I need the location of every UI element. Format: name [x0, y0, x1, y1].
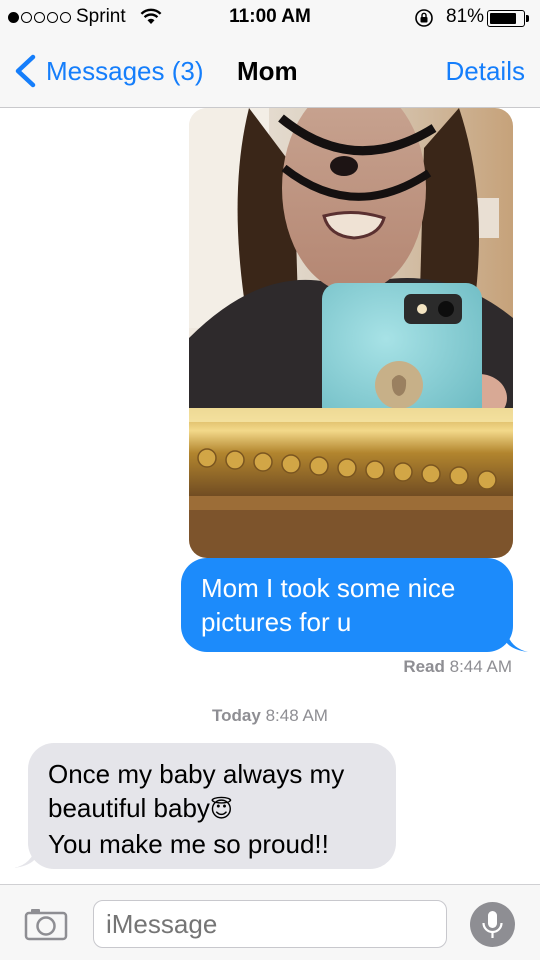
status-bar: Sprint 11:00 AM 81%: [0, 0, 540, 36]
battery-percent: 81%: [446, 6, 485, 27]
read-label: Read: [403, 657, 445, 676]
chevron-left-icon: [15, 54, 36, 88]
navigation-bar: Messages (3) Mom Details: [0, 36, 540, 108]
photo-image: [189, 108, 513, 558]
back-button-label: Messages (3): [46, 55, 204, 86]
angel-emoji-icon: 😇: [209, 797, 233, 822]
received-message-bubble[interactable]: Once my baby always my beautiful baby😇 Y…: [28, 743, 396, 869]
sent-message-text: Mom I took some nice pictures for u: [201, 573, 456, 637]
rotation-lock-icon: [415, 9, 433, 27]
received-message-line-2: beautiful baby😇: [48, 793, 233, 823]
received-bubble-tail: [14, 846, 36, 868]
camera-icon[interactable]: [24, 907, 68, 941]
photo-attachment[interactable]: [189, 108, 513, 558]
microphone-button[interactable]: [470, 902, 515, 947]
read-receipt: Read 8:44 AM: [403, 657, 512, 677]
battery-icon: [487, 10, 529, 27]
details-button[interactable]: Details: [446, 56, 525, 87]
message-input-bar: [0, 884, 540, 960]
imessage-input[interactable]: [93, 900, 447, 948]
received-message-line-3: You make me so proud!!: [48, 829, 329, 859]
received-message-line-1: Once my baby always my: [48, 759, 345, 789]
message-timestamp: Today 8:48 AM: [0, 706, 540, 726]
timestamp-day: Today: [212, 706, 261, 725]
sent-bubble-tail: [506, 630, 528, 652]
sent-message-bubble[interactable]: Mom I took some nice pictures for u: [181, 558, 513, 652]
back-button[interactable]: Messages (3): [12, 54, 204, 88]
timestamp-time: 8:48 AM: [265, 706, 328, 725]
microphone-icon: [482, 911, 503, 938]
conversation-title: Mom: [237, 56, 298, 86]
read-time: 8:44 AM: [449, 657, 512, 676]
